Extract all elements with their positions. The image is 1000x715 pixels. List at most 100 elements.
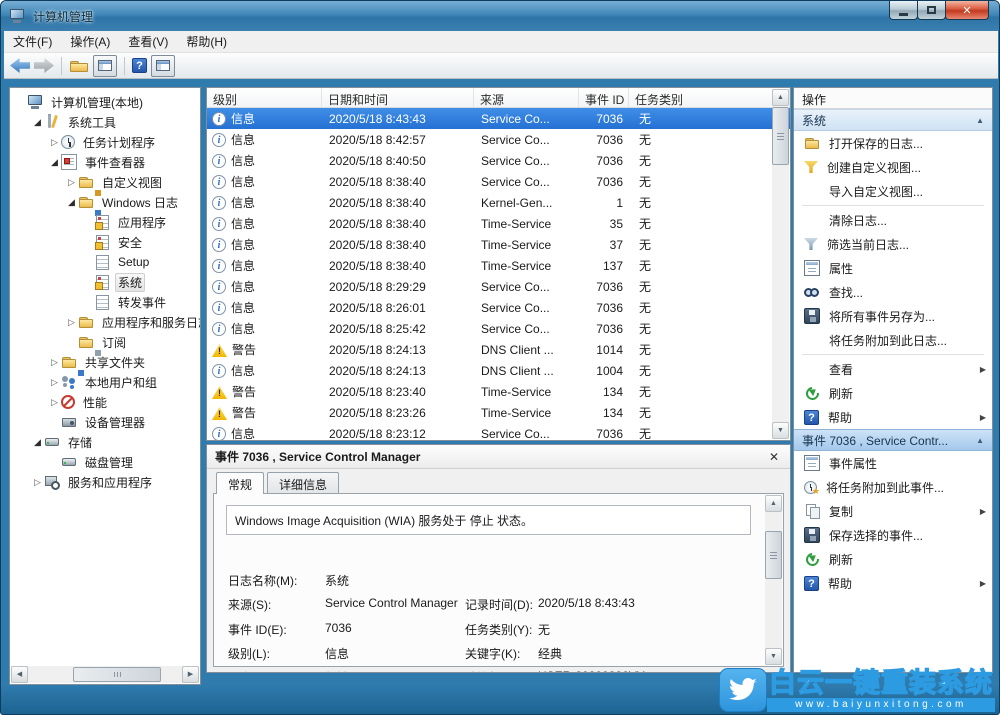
action-item[interactable]: 将任务附加到此事件... xyxy=(794,475,992,499)
open-saved-log-icon[interactable] xyxy=(69,58,89,74)
event-row[interactable]: 警告2020/5/18 8:23:26Time-Service134无 xyxy=(207,402,790,423)
close-button[interactable]: ✕ xyxy=(945,1,989,20)
action-item[interactable]: 打开保存的日志... xyxy=(794,131,992,155)
action-item[interactable]: 查看▶ xyxy=(794,357,992,381)
action-item[interactable]: 创建自定义视图... xyxy=(794,155,992,179)
expand-toggle-icon[interactable]: ▷ xyxy=(48,377,61,388)
action-item[interactable]: 帮助▶ xyxy=(794,405,992,429)
action-item[interactable]: 刷新 xyxy=(794,547,992,571)
tree-item[interactable]: Setup xyxy=(10,252,200,272)
scrollbar-thumb[interactable] xyxy=(73,667,161,682)
tab-general[interactable]: 常规 xyxy=(216,472,264,494)
column-header[interactable]: 任务类别 xyxy=(629,88,790,107)
event-row[interactable]: 警告2020/5/18 8:24:13DNS Client ...1014无 xyxy=(207,339,790,360)
title-bar[interactable]: 计算机管理 xyxy=(1,1,1000,31)
action-item[interactable]: 导入自定义视图... xyxy=(794,179,992,203)
column-header[interactable]: 事件 ID xyxy=(579,88,629,107)
tree-item[interactable]: 转发事件 xyxy=(10,292,200,312)
menu-view[interactable]: 查看(V) xyxy=(119,30,177,53)
event-row[interactable]: 信息2020/5/18 8:23:12Service Co...7036无 xyxy=(207,423,790,441)
action-item[interactable]: 筛选当前日志... xyxy=(794,232,992,256)
menu-help[interactable]: 帮助(H) xyxy=(177,30,236,53)
event-row[interactable]: 信息2020/5/18 8:42:57Service Co...7036无 xyxy=(207,129,790,150)
action-item[interactable]: 属性 xyxy=(794,256,992,280)
scroll-right-icon[interactable]: ▶ xyxy=(182,666,199,683)
action-item[interactable]: 查找... xyxy=(794,280,992,304)
tree-item[interactable]: ▷本地用户和组 xyxy=(10,372,200,392)
event-row[interactable]: 信息2020/5/18 8:40:50Service Co...7036无 xyxy=(207,150,790,171)
action-pane-toggle-icon[interactable] xyxy=(151,55,175,77)
tree-item[interactable]: 应用程序 xyxy=(10,212,200,232)
event-row[interactable]: 信息2020/5/18 8:29:29Service Co...7036无 xyxy=(207,276,790,297)
column-header[interactable]: 来源 xyxy=(474,88,579,107)
action-item[interactable]: 帮助▶ xyxy=(794,571,992,595)
action-item[interactable]: 将任务附加到此日志... xyxy=(794,328,992,352)
event-row[interactable]: 信息2020/5/18 8:43:43Service Co...7036无 xyxy=(207,108,790,129)
event-row[interactable]: 信息2020/5/18 8:38:40Time-Service137无 xyxy=(207,255,790,276)
tree-item[interactable]: ◢事件查看器 xyxy=(10,152,200,172)
tree-item[interactable]: 系统 xyxy=(10,272,200,292)
scroll-left-icon[interactable]: ◀ xyxy=(11,666,28,683)
tree-item[interactable]: ▷应用程序和服务日志 xyxy=(10,312,200,332)
event-row[interactable]: 信息2020/5/18 8:38:40Time-Service37无 xyxy=(207,234,790,255)
expand-toggle-icon[interactable]: ▷ xyxy=(65,317,78,328)
scrollbar-thumb[interactable] xyxy=(765,531,782,579)
forward-icon[interactable] xyxy=(34,58,54,73)
tree-item[interactable]: 设备管理器 xyxy=(10,412,200,432)
tree-item[interactable]: ▷共享文件夹 xyxy=(10,352,200,372)
help-icon[interactable] xyxy=(132,58,147,73)
column-header[interactable]: 日期和时间 xyxy=(322,88,474,107)
action-item[interactable]: 清除日志... xyxy=(794,208,992,232)
menu-action[interactable]: 操作(A) xyxy=(61,30,119,53)
expand-toggle-icon[interactable]: ▷ xyxy=(31,477,44,488)
expand-toggle-icon[interactable]: ◢ xyxy=(31,437,44,448)
expand-toggle-icon[interactable]: ◢ xyxy=(65,197,78,208)
console-tree-toggle-icon[interactable] xyxy=(93,55,117,77)
tree-item[interactable]: 安全 xyxy=(10,232,200,252)
column-header[interactable]: 级别 xyxy=(207,88,322,107)
action-item[interactable]: 事件属性 xyxy=(794,451,992,475)
event-row[interactable]: 信息2020/5/18 8:25:42Service Co...7036无 xyxy=(207,318,790,339)
tree-item[interactable]: 磁盘管理 xyxy=(10,452,200,472)
expand-toggle-icon[interactable]: ◢ xyxy=(48,157,61,168)
back-icon[interactable] xyxy=(10,58,30,73)
maximize-button[interactable] xyxy=(917,1,946,20)
action-item[interactable]: 刷新 xyxy=(794,381,992,405)
close-icon[interactable]: ✕ xyxy=(766,450,782,464)
scroll-up-icon[interactable]: ▲ xyxy=(765,495,782,512)
action-item[interactable]: 保存选择的事件... xyxy=(794,523,992,547)
expand-toggle-icon[interactable]: ▷ xyxy=(48,357,61,368)
tree-item[interactable]: ▷任务计划程序 xyxy=(10,132,200,152)
event-row[interactable]: 信息2020/5/18 8:24:13DNS Client ...1004无 xyxy=(207,360,790,381)
menu-file[interactable]: 文件(F) xyxy=(4,30,61,53)
list-vertical-scrollbar[interactable]: ▲ ▼ xyxy=(772,89,789,439)
tree-item[interactable]: 订阅 xyxy=(10,332,200,352)
collapse-icon[interactable]: ▲ xyxy=(976,436,984,445)
event-row[interactable]: 信息2020/5/18 8:38:40Service Co...7036无 xyxy=(207,171,790,192)
tree-item[interactable]: ▷自定义视图 xyxy=(10,172,200,192)
detail-vertical-scrollbar[interactable]: ▲ ▼ xyxy=(765,495,782,665)
scroll-down-icon[interactable]: ▼ xyxy=(765,648,782,665)
action-section-header[interactable]: 系统▲ xyxy=(794,109,992,131)
action-item[interactable]: 将所有事件另存为... xyxy=(794,304,992,328)
event-row[interactable]: 信息2020/5/18 8:38:40Time-Service35无 xyxy=(207,213,790,234)
expand-toggle-icon[interactable]: ▷ xyxy=(48,137,61,148)
tree-item[interactable]: 计算机管理(本地) xyxy=(10,92,200,112)
expand-toggle-icon[interactable]: ▷ xyxy=(48,397,61,408)
expand-toggle-icon[interactable]: ◢ xyxy=(31,117,44,128)
collapse-icon[interactable]: ▲ xyxy=(976,116,984,125)
event-row[interactable]: 信息2020/5/18 8:26:01Service Co...7036无 xyxy=(207,297,790,318)
tree-item[interactable]: ▷服务和应用程序 xyxy=(10,472,200,492)
minimize-button[interactable] xyxy=(889,1,918,20)
event-row[interactable]: 信息2020/5/18 8:38:40Kernel-Gen...1无 xyxy=(207,192,790,213)
tree-item[interactable]: ◢存储 xyxy=(10,432,200,452)
expand-toggle-icon[interactable]: ▷ xyxy=(65,177,78,188)
scroll-up-icon[interactable]: ▲ xyxy=(772,89,789,106)
tree-item[interactable]: ▷性能 xyxy=(10,392,200,412)
event-row[interactable]: 警告2020/5/18 8:23:40Time-Service134无 xyxy=(207,381,790,402)
tree-horizontal-scrollbar[interactable]: ◀ ▶ xyxy=(11,666,199,683)
tree-item[interactable]: ◢Windows 日志 xyxy=(10,192,200,212)
action-section-header[interactable]: 事件 7036 , Service Contr...▲ xyxy=(794,429,992,451)
scrollbar-thumb[interactable] xyxy=(772,107,789,165)
tree-item[interactable]: ◢系统工具 xyxy=(10,112,200,132)
